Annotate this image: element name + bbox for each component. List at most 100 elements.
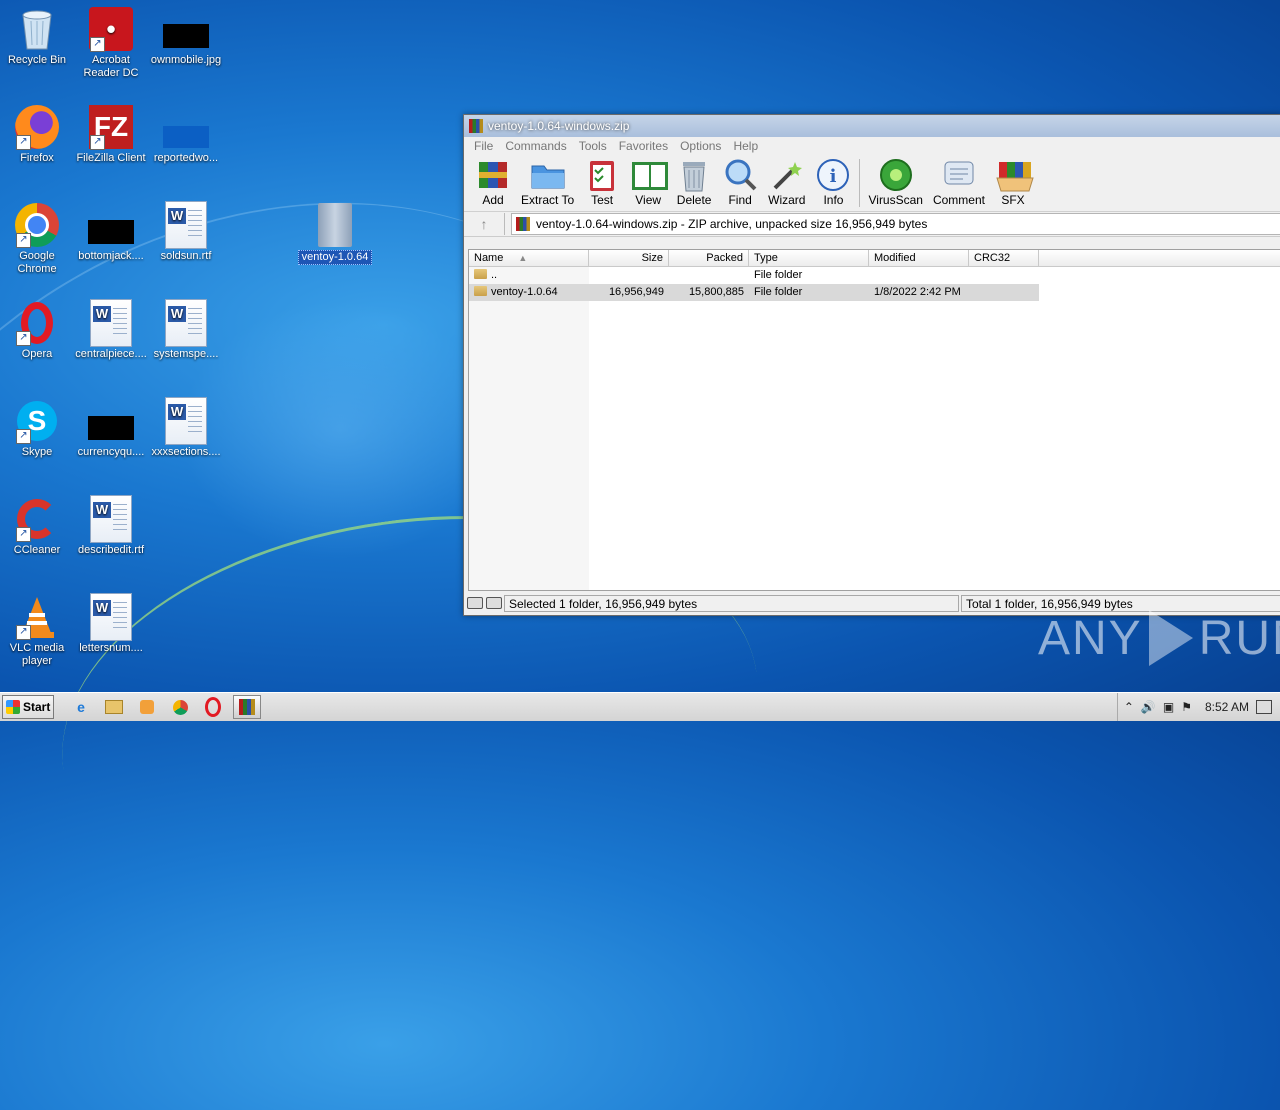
table-row-selected[interactable]: ventoy-1.0.64 16,956,949 15,800,885 File…	[469, 284, 1039, 301]
add-icon	[475, 158, 511, 192]
row-type: File folder	[754, 269, 803, 281]
desktop-icon-recycle-bin[interactable]: Recycle Bin	[0, 6, 74, 67]
desktop-icon-chrome[interactable]: ↗ Google Chrome	[0, 202, 74, 276]
play-logo-icon	[1148, 610, 1193, 666]
desktop-icon-opera[interactable]: ↗ Opera	[0, 300, 74, 361]
menu-options[interactable]: Options	[674, 139, 727, 153]
desktop-icon-describedit[interactable]: W describedit.rtf	[74, 495, 148, 557]
column-header-name[interactable]: Name ▲	[469, 250, 589, 266]
menu-favorites[interactable]: Favorites	[613, 139, 674, 153]
path-field[interactable]: ventoy-1.0.64-windows.zip - ZIP archive,…	[511, 213, 1280, 235]
file-list[interactable]: Name ▲ Size Packed Type Modified CRC32 .…	[468, 249, 1280, 591]
row-name: ventoy-1.0.64	[491, 286, 558, 298]
desktop-icon-label: currencyqu....	[77, 446, 145, 458]
key-icon[interactable]	[485, 597, 502, 609]
comment-button[interactable]: Comment	[933, 155, 985, 207]
column-label: CRC32	[974, 252, 1011, 264]
volume-icon[interactable]: 🔊	[1141, 700, 1156, 714]
clock[interactable]: 8:52 AM	[1205, 700, 1249, 714]
sfx-button[interactable]: SFX	[995, 155, 1034, 207]
window-title: ventoy-1.0.64-windows.zip	[488, 119, 630, 133]
list-header: Name ▲ Size Packed Type Modified CRC32	[469, 250, 1280, 267]
show-hidden-icons-icon[interactable]: ⌃	[1124, 700, 1134, 714]
extract-to-button[interactable]: Extract To	[521, 155, 574, 207]
desktop-icon-firefox[interactable]: ↗ Firefox	[0, 104, 74, 165]
winrar-taskbar-icon[interactable]	[233, 695, 261, 719]
row-modified	[869, 267, 969, 284]
drive-icon[interactable]	[466, 597, 483, 609]
table-row[interactable]: .. File folder	[469, 267, 1039, 284]
wizard-button[interactable]: Wizard	[768, 155, 805, 207]
delete-button[interactable]: Delete	[676, 155, 712, 207]
add-label: Add	[482, 193, 504, 207]
add-button[interactable]: Add	[475, 155, 511, 207]
desktop-icon-label: bottomjack....	[78, 250, 144, 262]
desktop-icon-label: ownmobile.jpg	[150, 54, 222, 66]
view-button[interactable]: View	[630, 155, 669, 207]
find-magnifier-icon	[722, 158, 758, 192]
desktop-icon-bottomjack[interactable]: bottomjack....	[74, 202, 148, 263]
info-button[interactable]: i Info	[815, 155, 851, 207]
desktop-icon-ccleaner[interactable]: ↗ CCleaner	[0, 496, 74, 557]
word-doc-icon: W	[88, 299, 134, 347]
show-desktop-icon[interactable]	[1256, 700, 1272, 714]
file-explorer-icon[interactable]	[101, 696, 127, 718]
menu-help[interactable]: Help	[727, 139, 764, 153]
column-header-modified[interactable]: Modified	[869, 250, 969, 266]
desktop-icon-filezilla[interactable]: FZ ↗ FileZilla Client	[74, 104, 148, 165]
sort-ascending-icon: ▲	[518, 253, 528, 263]
winrar-window[interactable]: ventoy-1.0.64-windows.zip File Commands …	[463, 114, 1280, 616]
comment-label: Comment	[932, 193, 985, 207]
column-header-size[interactable]: Size	[589, 250, 669, 266]
desktop-icon-label: soldsun.rtf	[160, 250, 212, 262]
desktop-icon-currencyqu[interactable]: currencyqu....	[74, 398, 148, 459]
row-packed	[669, 267, 749, 284]
start-button[interactable]: Start	[2, 695, 54, 719]
image-file-icon	[163, 6, 209, 52]
column-header-type[interactable]: Type	[749, 250, 869, 266]
row-type: File folder	[754, 286, 803, 298]
row-packed: 15,800,885	[688, 286, 744, 298]
delete-label: Delete	[676, 193, 712, 207]
folder-icon	[474, 269, 487, 279]
desktop-icon-label: Firefox	[20, 152, 54, 164]
desktop-icon-skype[interactable]: S ↗ Skype	[0, 398, 74, 459]
chrome-taskbar-icon[interactable]	[167, 696, 193, 718]
action-center-flag-icon[interactable]: ⚑	[1181, 700, 1192, 714]
virusscan-label: VirusScan	[868, 193, 923, 207]
desktop-icon-ventoy-folder[interactable]: ventoy-1.0.64	[298, 202, 372, 265]
column-label: Type	[754, 252, 778, 264]
window-titlebar[interactable]: ventoy-1.0.64-windows.zip	[464, 115, 1280, 137]
desktop-icon-systemspe[interactable]: W systemspe....	[149, 299, 223, 361]
network-icon[interactable]: ▣	[1163, 700, 1174, 714]
desktop-icon-lettersnum[interactable]: W lettersnum....	[74, 593, 148, 655]
folder-icon	[474, 286, 487, 296]
row-name: ..	[491, 269, 498, 281]
up-arrow-icon[interactable]: ↑	[464, 213, 505, 235]
status-selected: Selected 1 folder, 16,956,949 bytes	[504, 594, 959, 612]
column-header-crc32[interactable]: CRC32	[969, 250, 1039, 266]
menu-bar: File Commands Tools Favorites Options He…	[464, 137, 1280, 155]
desktop-icon-ownmobile[interactable]: ownmobile.jpg	[149, 6, 223, 67]
acrobat-icon: • ↗	[88, 6, 134, 52]
find-button[interactable]: Find	[722, 155, 758, 207]
view-label: View	[635, 193, 662, 207]
menu-file[interactable]: File	[468, 139, 499, 153]
opera-taskbar-icon[interactable]	[200, 696, 226, 718]
test-button[interactable]: Test	[584, 155, 620, 207]
desktop-icon-label: describedit.rtf	[77, 544, 145, 556]
virusscan-button[interactable]: VirusScan	[868, 155, 923, 207]
desktop-icon-xxxsections[interactable]: W xxxsections....	[149, 397, 223, 459]
desktop-icon-acrobat[interactable]: • ↗ Acrobat Reader DC	[74, 6, 148, 80]
desktop-icon-reportedwo[interactable]: reportedwo...	[149, 104, 223, 165]
column-header-packed[interactable]: Packed	[669, 250, 749, 266]
media-player-icon[interactable]	[134, 696, 160, 718]
desktop-icon-soldsun[interactable]: W soldsun.rtf	[149, 201, 223, 263]
desktop-icon-centralpiece[interactable]: W centralpiece....	[74, 299, 148, 361]
recycle-bin-icon	[14, 6, 60, 52]
menu-tools[interactable]: Tools	[573, 139, 613, 153]
menu-commands[interactable]: Commands	[499, 139, 572, 153]
desktop-icon-vlc[interactable]: ↗ VLC media player	[0, 594, 74, 668]
wizard-wand-icon	[769, 158, 805, 192]
internet-explorer-icon[interactable]: e	[68, 696, 94, 718]
